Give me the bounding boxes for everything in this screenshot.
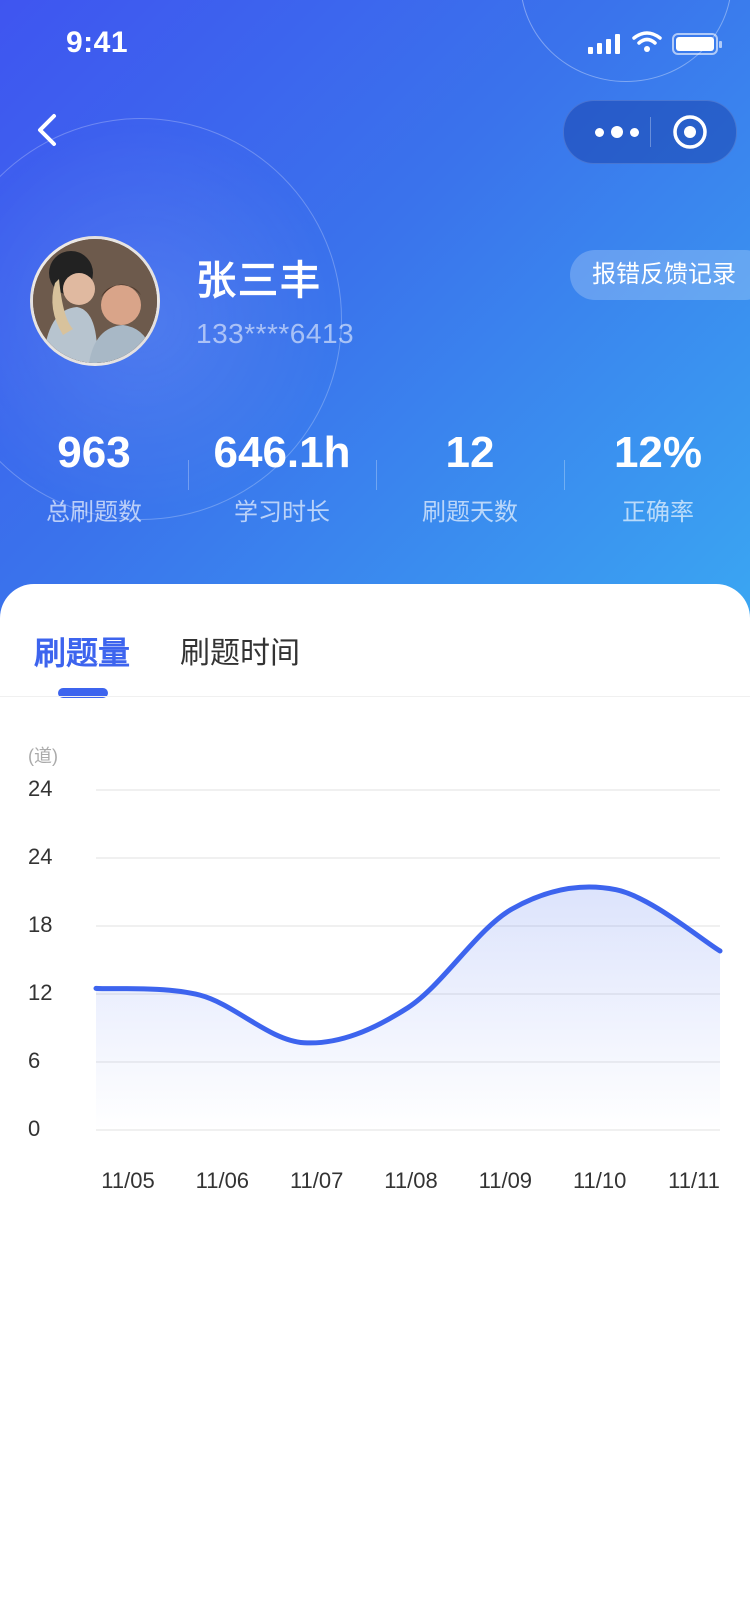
line-chart <box>93 789 723 1131</box>
